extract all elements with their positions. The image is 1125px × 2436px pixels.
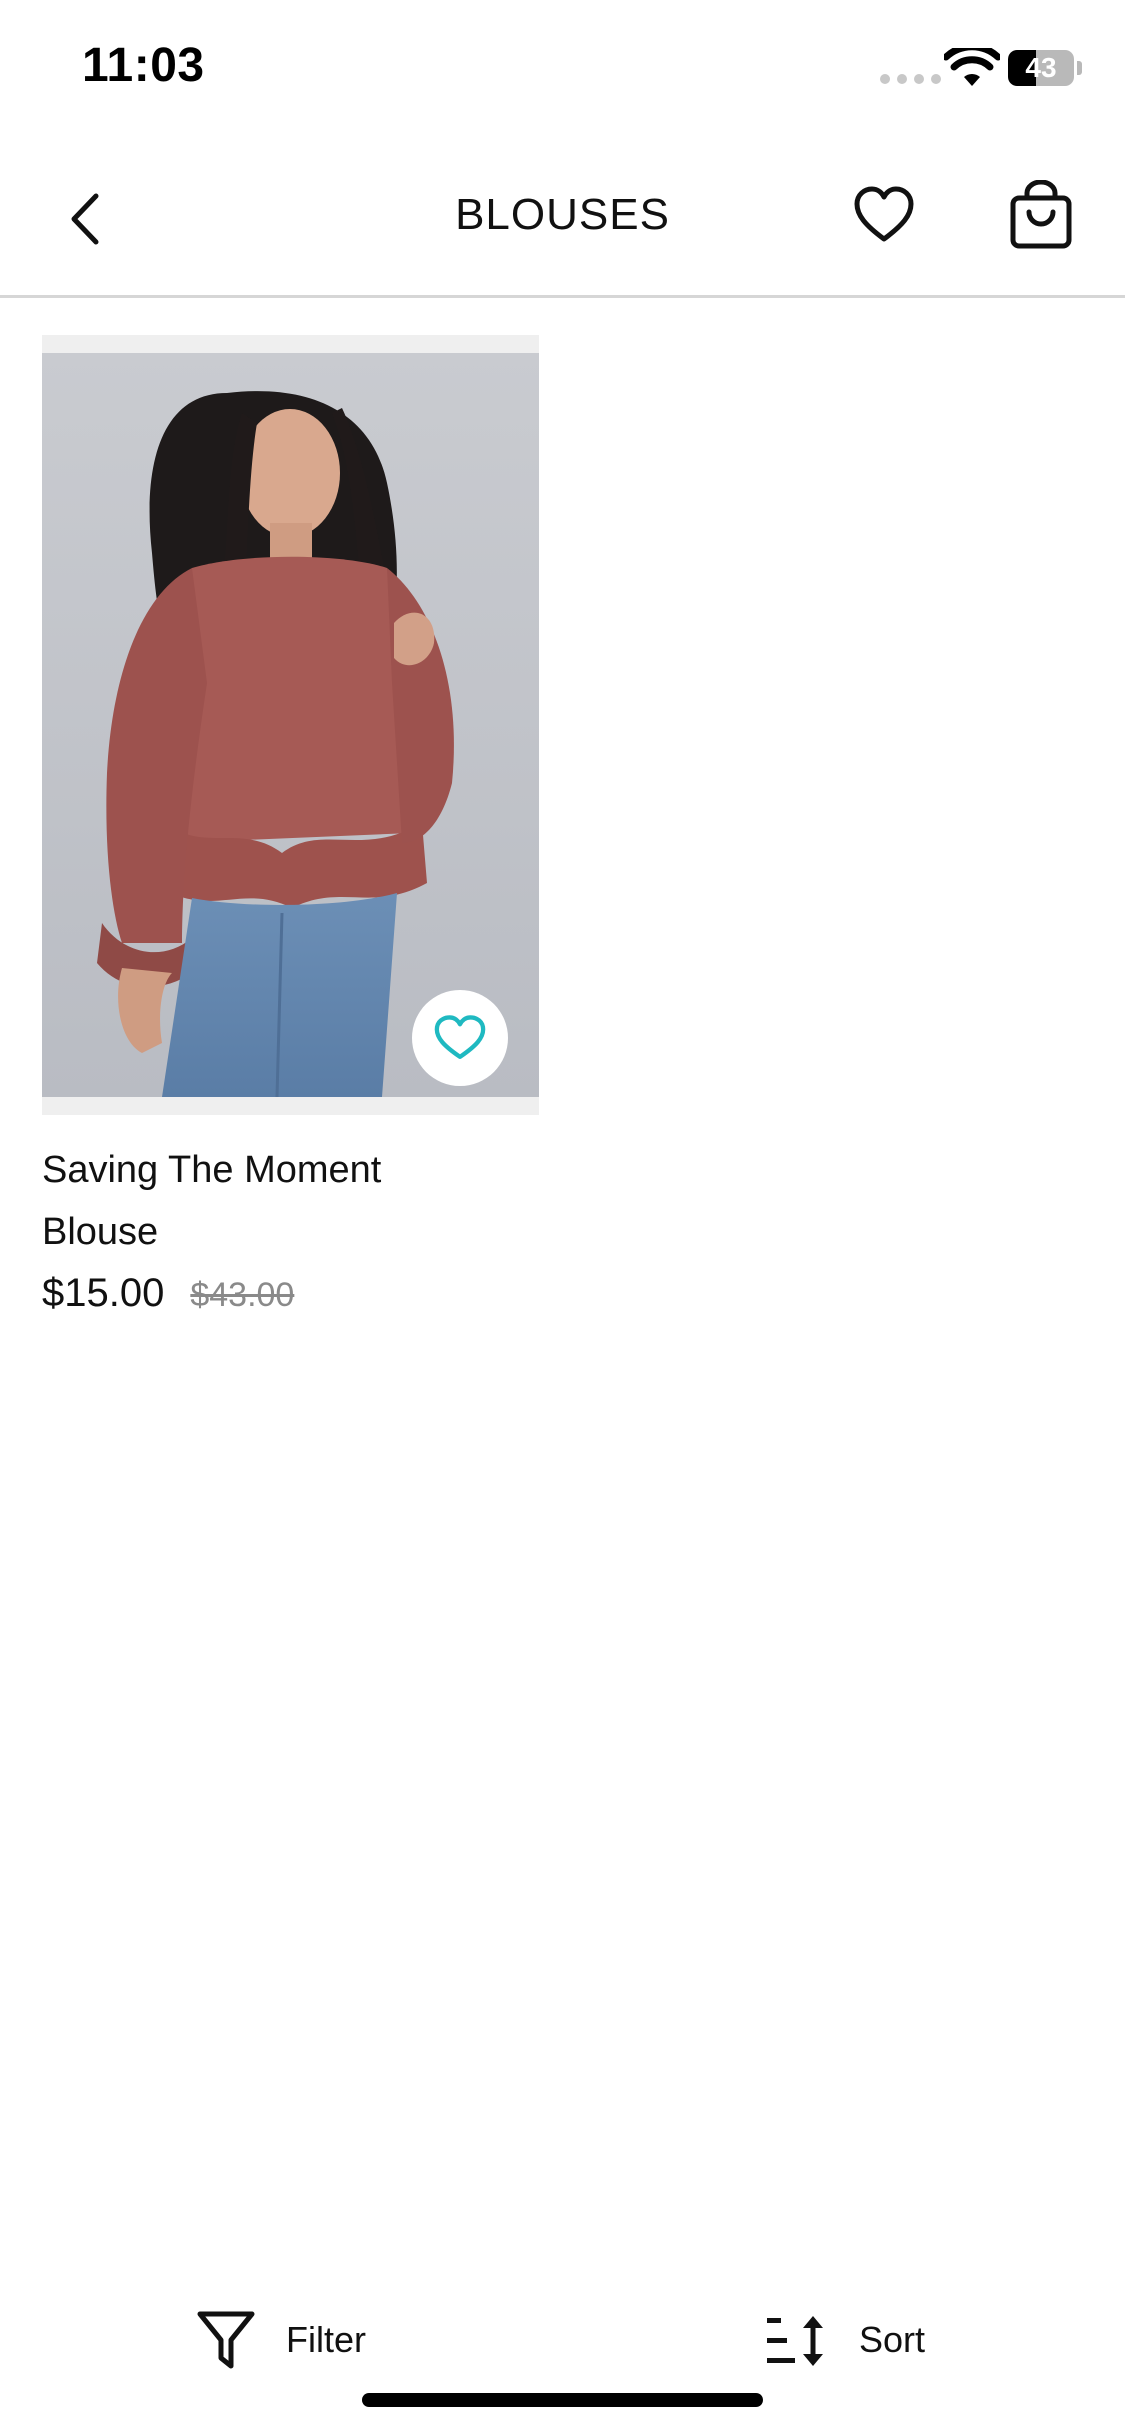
bottom-action-bar: Filter Sort xyxy=(0,2290,1125,2390)
page-title: BLOUSES xyxy=(455,190,670,239)
product-image[interactable] xyxy=(42,335,539,1115)
product-photo xyxy=(42,353,539,1097)
heart-icon[interactable] xyxy=(853,185,915,247)
home-indicator[interactable] xyxy=(362,2393,763,2407)
heart-outline-icon xyxy=(434,1015,486,1059)
filter-label: Filter xyxy=(286,2319,366,2360)
product-name[interactable]: Saving The Moment Blouse xyxy=(42,1139,462,1263)
battery-icon: 43 xyxy=(1008,50,1074,86)
price-row: $15.00 $43.00 xyxy=(42,1271,539,1316)
battery-percent: 43 xyxy=(1025,52,1057,83)
sale-price: $15.00 xyxy=(42,1271,165,1315)
status-bar: 11:03 43 xyxy=(0,0,1125,140)
status-time: 11:03 xyxy=(82,39,205,92)
cellular-signal-icon xyxy=(880,74,941,84)
favorite-button[interactable] xyxy=(412,990,508,1086)
sort-button[interactable]: Sort xyxy=(765,2290,925,2390)
battery-tip xyxy=(1077,61,1082,75)
sort-label: Sort xyxy=(859,2319,926,2360)
product-card[interactable]: Saving The Moment Blouse $15.00 $43.00 xyxy=(42,335,539,1316)
original-price: $43.00 xyxy=(190,1276,295,1314)
sort-icon xyxy=(767,2316,823,2366)
nav-header: BLOUSES xyxy=(0,140,1125,298)
wifi-icon xyxy=(944,48,1000,86)
filter-funnel-icon xyxy=(197,2311,255,2369)
product-list-screen: 11:03 43 BLOUSES Saving The Moment Blous… xyxy=(0,0,1125,2436)
shopping-bag-icon[interactable] xyxy=(1008,180,1074,250)
filter-button[interactable]: Filter xyxy=(196,2290,366,2390)
